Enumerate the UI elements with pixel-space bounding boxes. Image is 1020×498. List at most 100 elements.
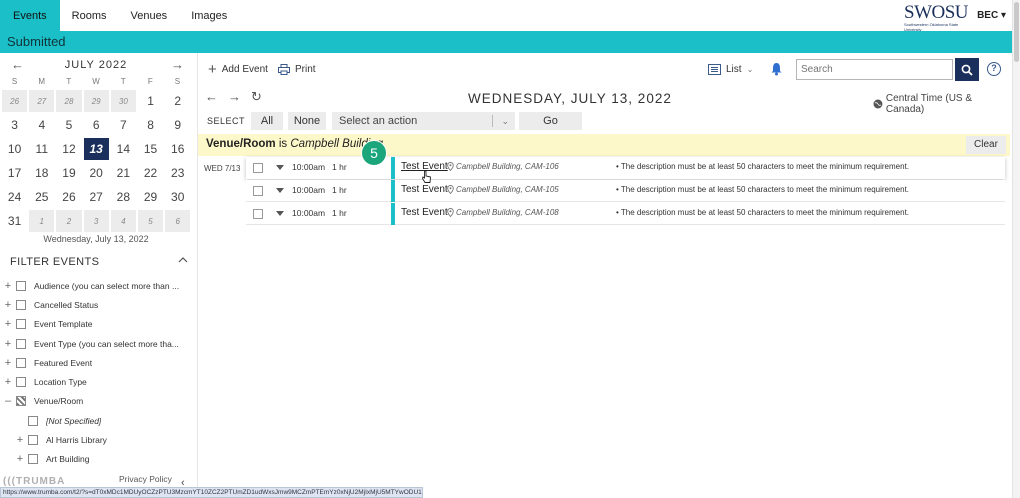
calendar-day[interactable]: 2: [164, 89, 191, 113]
calendar-day[interactable]: 31: [1, 209, 28, 233]
clear-filter-button[interactable]: Clear: [966, 136, 1006, 154]
expand-plus-icon[interactable]: +: [1, 338, 15, 350]
calendar-day[interactable]: 22: [137, 161, 164, 185]
filter-item[interactable]: + Featured Event: [0, 353, 196, 372]
calendar-day[interactable]: 12: [55, 137, 82, 161]
calendar-day[interactable]: 10: [1, 137, 28, 161]
calendar-day[interactable]: 19: [55, 161, 82, 185]
filter-checkbox[interactable]: [16, 319, 26, 330]
calendar-day[interactable]: 3: [1, 113, 28, 137]
print-button[interactable]: Print: [278, 64, 316, 75]
next-day-arrow-icon[interactable]: →: [228, 89, 241, 104]
tab-venues[interactable]: Venues: [118, 0, 179, 31]
filter-checkbox[interactable]: [28, 454, 38, 465]
calendar-day[interactable]: 11: [28, 137, 55, 161]
calendar-day[interactable]: 6: [165, 210, 191, 232]
filter-item[interactable]: + Event Type (you can select more tha...: [0, 334, 196, 353]
expand-triangle-icon[interactable]: [276, 188, 284, 193]
calendar-day[interactable]: 14: [110, 137, 137, 161]
calendar-day[interactable]: 5: [137, 210, 164, 232]
filter-checkbox[interactable]: [16, 299, 26, 310]
filter-item[interactable]: + Audience (you can select more than ...: [0, 276, 196, 295]
user-menu-button[interactable]: BEC ▾: [977, 10, 1006, 21]
calendar-day[interactable]: 4: [28, 113, 55, 137]
refresh-icon[interactable]: ↻: [251, 89, 262, 105]
expand-plus-icon[interactable]: +: [1, 299, 15, 311]
search-input[interactable]: [796, 59, 953, 80]
expand-plus-icon[interactable]: +: [13, 453, 27, 465]
tab-images[interactable]: Images: [179, 0, 239, 31]
filter-item[interactable]: [Not Specified]: [0, 411, 196, 430]
filter-checkbox[interactable]: [28, 415, 38, 426]
calendar-day[interactable]: 28: [110, 185, 137, 209]
calendar-day[interactable]: 27: [83, 185, 110, 209]
filter-item[interactable]: + Cancelled Status: [0, 295, 196, 314]
go-button[interactable]: Go: [519, 112, 582, 130]
calendar-day[interactable]: 30: [164, 185, 191, 209]
event-checkbox[interactable]: [253, 163, 263, 173]
event-checkbox[interactable]: [253, 186, 263, 196]
calendar-day[interactable]: 29: [137, 185, 164, 209]
calendar-day[interactable]: 26: [2, 90, 28, 112]
calendar-day[interactable]: 25: [28, 185, 55, 209]
calendar-day[interactable]: 6: [83, 113, 110, 137]
scrollbar-thumb[interactable]: [1014, 2, 1019, 62]
calendar-day[interactable]: 4: [110, 210, 136, 232]
calendar-day[interactable]: 27: [29, 90, 55, 112]
event-title-link[interactable]: Test Event: [401, 184, 448, 195]
filter-item[interactable]: + Art Building: [0, 450, 196, 469]
expand-plus-icon[interactable]: +: [1, 357, 15, 369]
calendar-day[interactable]: 26: [55, 185, 82, 209]
event-row[interactable]: 10:00am 1 hr Test Event Campbell Building, …: [246, 157, 1005, 179]
expand-plus-icon[interactable]: +: [13, 434, 27, 446]
filter-checkbox[interactable]: [28, 435, 38, 446]
view-dropdown[interactable]: List ⌄: [708, 64, 753, 75]
filter-checkbox[interactable]: [16, 396, 26, 407]
calendar-day[interactable]: 5: [55, 113, 82, 137]
calendar-day[interactable]: 21: [110, 161, 137, 185]
calendar-day[interactable]: 17: [1, 161, 28, 185]
help-button[interactable]: ?: [987, 62, 1001, 76]
calendar-day[interactable]: 29: [83, 90, 109, 112]
collapse-minus-icon[interactable]: –: [1, 395, 15, 407]
calendar-day[interactable]: 8: [137, 113, 164, 137]
add-event-button[interactable]: + Add Event: [208, 62, 268, 77]
calendar-day[interactable]: 7: [110, 113, 137, 137]
select-none-button[interactable]: None: [288, 112, 326, 130]
privacy-policy-link[interactable]: Privacy Policy: [119, 474, 172, 484]
filter-item[interactable]: – Venue/Room: [0, 392, 196, 411]
page-scrollbar[interactable]: [1012, 0, 1020, 498]
calendar-day[interactable]: 15: [137, 137, 164, 161]
action-select[interactable]: Select an action ⌄: [332, 112, 515, 130]
event-row[interactable]: 10:00am 1 hr Test Event Campbell Building, …: [246, 203, 1005, 225]
select-all-button[interactable]: All: [251, 112, 283, 130]
filter-item[interactable]: + Event Template: [0, 315, 196, 334]
calendar-day[interactable]: 28: [56, 90, 82, 112]
tab-rooms[interactable]: Rooms: [60, 0, 119, 31]
expand-plus-icon[interactable]: +: [1, 318, 15, 330]
calendar-day[interactable]: 16: [164, 137, 191, 161]
filter-item[interactable]: + Al Harris Library: [0, 430, 196, 449]
filter-checkbox[interactable]: [16, 377, 26, 388]
chevron-up-icon[interactable]: [178, 255, 188, 265]
calendar-day[interactable]: 9: [164, 113, 191, 137]
calendar-day[interactable]: 1: [29, 210, 55, 232]
event-title-link[interactable]: Test Event: [401, 207, 448, 218]
expand-triangle-icon[interactable]: [276, 165, 284, 170]
calendar-day-selected[interactable]: 13: [83, 138, 109, 160]
calendar-day[interactable]: 23: [164, 161, 191, 185]
expand-plus-icon[interactable]: +: [1, 376, 15, 388]
event-row[interactable]: 10:00am 1 hr Test Event Campbell Building, …: [246, 180, 1005, 202]
expand-triangle-icon[interactable]: [276, 211, 284, 216]
filter-checkbox[interactable]: [16, 357, 26, 368]
calendar-day[interactable]: 20: [83, 161, 110, 185]
calendar-day[interactable]: 2: [56, 210, 82, 232]
next-month-arrow-icon[interactable]: →: [171, 57, 184, 72]
event-checkbox[interactable]: [253, 209, 263, 219]
search-button[interactable]: [955, 58, 979, 81]
expand-plus-icon[interactable]: +: [1, 280, 15, 292]
calendar-day[interactable]: 3: [83, 210, 109, 232]
calendar-day[interactable]: 18: [28, 161, 55, 185]
notifications-bell-icon[interactable]: [770, 62, 783, 76]
calendar-day[interactable]: 30: [110, 90, 136, 112]
